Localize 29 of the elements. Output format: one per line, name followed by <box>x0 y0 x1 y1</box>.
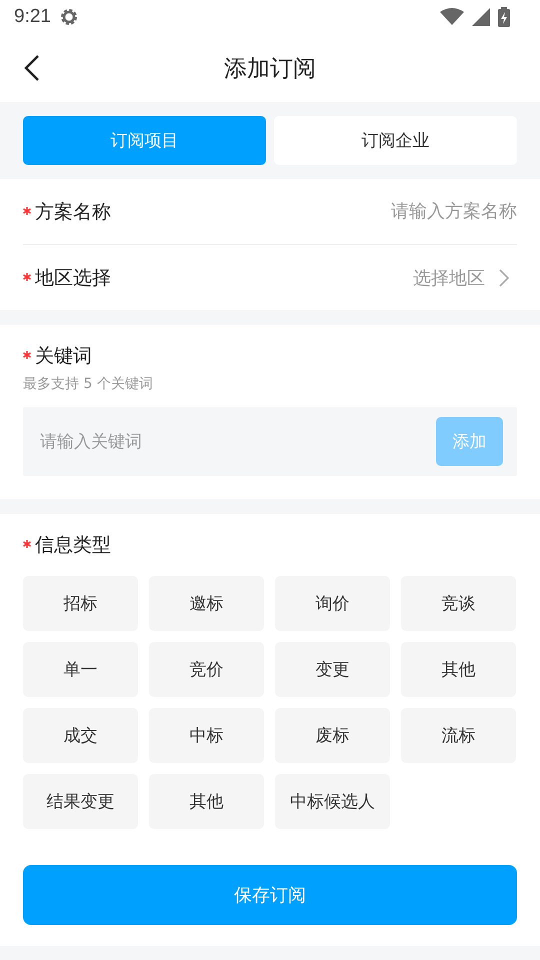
type-option[interactable]: 中标 <box>149 708 264 763</box>
type-option[interactable]: 招标 <box>23 576 138 631</box>
type-option[interactable]: 其他 <box>401 642 516 697</box>
field-label: 方案名称 <box>35 200 111 224</box>
page-title: 添加订阅 <box>224 54 316 84</box>
type-option[interactable]: 成交 <box>23 708 138 763</box>
field-label: 信息类型 <box>35 533 111 558</box>
field-label: 关键词 <box>35 344 92 369</box>
back-icon[interactable] <box>24 54 40 82</box>
type-option[interactable]: 结果变更 <box>23 774 138 829</box>
hint-text: 最多支持 5 个关键词 <box>23 375 154 393</box>
type-option[interactable]: 废标 <box>275 708 390 763</box>
type-option[interactable]: 询价 <box>275 576 390 631</box>
field-label: 地区选择 <box>35 266 111 290</box>
battery-icon <box>498 7 510 27</box>
gear-icon <box>58 7 79 27</box>
type-option[interactable]: 流标 <box>401 708 516 763</box>
type-option[interactable]: 邀标 <box>149 576 264 631</box>
status-time: 9:21 <box>14 6 51 28</box>
type-option[interactable]: 变更 <box>275 642 390 697</box>
tab[interactable]: 订阅企业 <box>274 116 517 165</box>
signal-icon <box>472 8 490 26</box>
type-option[interactable]: 中标候选人 <box>275 774 390 829</box>
type-option[interactable]: 竞价 <box>149 642 264 697</box>
type-option[interactable]: 竞谈 <box>401 576 516 631</box>
chevron-right-icon <box>499 268 509 286</box>
wifi-icon <box>440 8 464 26</box>
type-option[interactable]: 单一 <box>23 642 138 697</box>
type-option[interactable]: 其他 <box>149 774 264 829</box>
